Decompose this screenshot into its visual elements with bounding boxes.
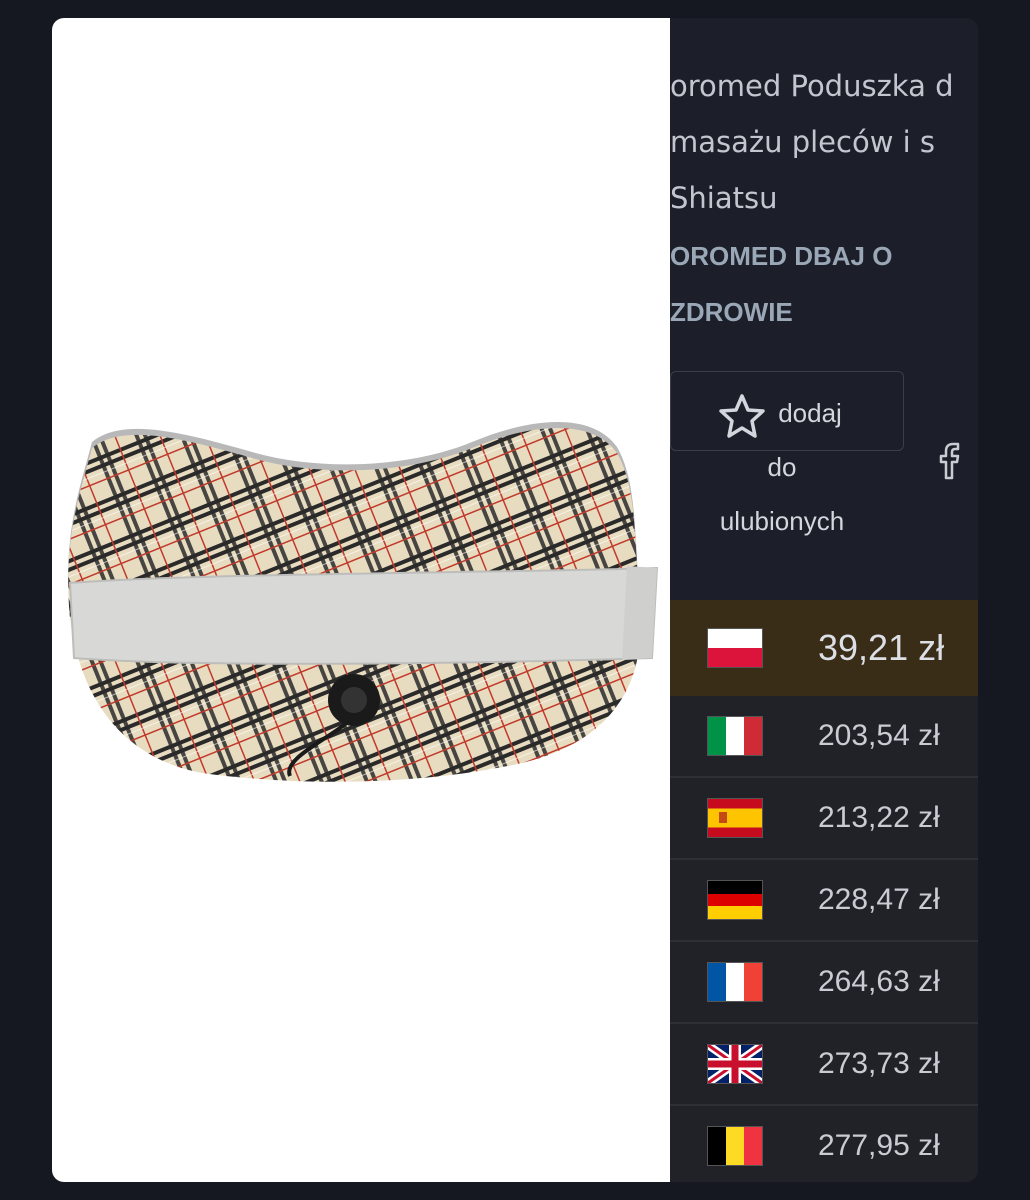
price-row-poland[interactable]: 39,21 zł <box>670 600 978 696</box>
facebook-icon[interactable] <box>934 438 964 482</box>
title-line: oromed Poduszka d <box>670 69 954 103</box>
brand-line: ZDROWIE <box>670 297 793 327</box>
price-value: 264,63 zł <box>818 965 940 998</box>
france-flag-icon <box>707 962 763 1002</box>
price-value: 228,47 zł <box>818 883 940 916</box>
fav-line: dodaj <box>778 398 842 428</box>
add-to-favorites-label: dodaj do ulubionych <box>700 386 864 548</box>
price-row-uk[interactable]: 273,73 zł <box>670 1024 978 1106</box>
fav-line: do <box>767 452 797 482</box>
title-line: masażu pleców i s <box>670 125 936 159</box>
price-value: 39,21 zł <box>818 627 945 668</box>
product-info: oromed Poduszka d masażu pleców i s Shia… <box>670 18 978 1182</box>
price-value: 273,73 zł <box>818 1047 940 1080</box>
product-image[interactable] <box>52 18 670 1182</box>
price-row-germany[interactable]: 228,47 zł <box>670 860 978 942</box>
price-row-italy[interactable]: 203,54 zł <box>670 696 978 778</box>
brand-line: OROMED DBAJ O <box>670 241 893 271</box>
uk-flag-icon <box>707 1044 763 1084</box>
price-row-france[interactable]: 264,63 zł <box>670 942 978 1024</box>
price-comparison-table: 39,21 zł 203,54 zł 213,22 zł 228,47 zł 2… <box>670 600 978 1182</box>
germany-flag-icon <box>707 880 763 920</box>
belgium-flag-icon <box>707 1126 763 1166</box>
price-value: 277,95 zł <box>818 1129 940 1162</box>
price-row-belgium[interactable]: 277,95 zł <box>670 1106 978 1182</box>
title-line: Shiatsu <box>670 181 778 215</box>
fav-line: ulubionych <box>719 506 845 536</box>
product-title[interactable]: oromed Poduszka d masażu pleców i s Shia… <box>670 58 978 226</box>
price-row-spain[interactable]: 213,22 zł <box>670 778 978 860</box>
price-value: 203,54 zł <box>818 719 940 752</box>
product-card: oromed Poduszka d masażu pleców i s Shia… <box>52 18 978 1182</box>
price-value: 213,22 zł <box>818 801 940 834</box>
brand-link[interactable]: OROMED DBAJ O ZDROWIE <box>670 228 970 340</box>
italy-flag-icon <box>707 716 763 756</box>
spain-flag-icon <box>707 798 763 838</box>
massage-pillow-image <box>68 422 659 782</box>
poland-flag-icon <box>707 628 763 668</box>
